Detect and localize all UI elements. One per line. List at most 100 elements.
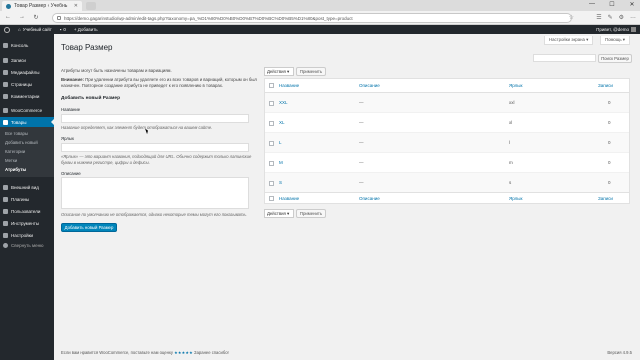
home-icon: ⌂ xyxy=(18,27,21,32)
row-checkbox[interactable] xyxy=(269,121,274,126)
column-header-description[interactable]: Описание xyxy=(359,83,380,88)
sidebar-item-dashboard[interactable]: Консоль xyxy=(0,40,54,50)
sidebar-item-media[interactable]: Медиафайлы xyxy=(0,67,54,77)
bulk-actions-select-bottom[interactable]: Действия ▾ xyxy=(264,209,294,218)
row-checkbox[interactable] xyxy=(269,101,274,106)
sidebar-item-label: Медиафайлы xyxy=(11,69,40,75)
rating-stars-link[interactable]: ★★★★★ xyxy=(174,350,193,355)
wp-logo-menu[interactable] xyxy=(0,26,14,33)
submenu-attributes[interactable]: Атрибуты xyxy=(5,167,26,172)
search-button[interactable]: Поиск Размер xyxy=(598,54,632,63)
sidebar-item-label: WooCommerce xyxy=(11,107,43,113)
sidebar-item-label: Настройки xyxy=(11,232,34,238)
sidebar-item-tools[interactable]: Инструменты xyxy=(0,218,54,228)
footer-header-slug[interactable]: Ярлык xyxy=(509,196,522,201)
lock-icon xyxy=(57,16,61,20)
add-new-size-button[interactable]: Добавить новый Размер xyxy=(61,223,117,232)
footer-header-count[interactable]: Записи xyxy=(598,196,613,201)
terms-table: Название Описание Ярлык Записи XXL — xxl… xyxy=(264,78,630,204)
address-bar[interactable]: https://demo.gagarinstudio/wp-admin/edit… xyxy=(52,13,572,23)
select-all-checkbox-bottom[interactable] xyxy=(269,196,274,201)
sidebar-item-label: Комментарии xyxy=(11,93,40,99)
help-tab[interactable]: Помощь ▾ xyxy=(600,36,630,45)
submenu-all-products[interactable]: Все товары xyxy=(5,131,28,136)
term-name-link[interactable]: XL xyxy=(279,120,285,125)
description-field[interactable] xyxy=(61,177,249,209)
row-checkbox[interactable] xyxy=(269,181,274,186)
products-submenu: Все товары Добавить новый Категории Метк… xyxy=(0,127,54,177)
sidebar-item-label: Пользователи xyxy=(11,208,41,214)
table-row: M — m 0 xyxy=(265,153,629,173)
term-slug: s xyxy=(509,180,512,185)
footer-header-name[interactable]: Название xyxy=(279,196,299,201)
column-header-name[interactable]: Название xyxy=(279,83,299,88)
close-window-icon[interactable]: ✕ xyxy=(628,1,636,8)
plugin-icon xyxy=(3,196,8,202)
reload-icon[interactable]: ↻ xyxy=(32,14,40,21)
screen-options-tab[interactable]: Настройки экрана ▾ xyxy=(544,36,594,45)
page-title: Товар Размер xyxy=(61,43,113,52)
footer-header-description[interactable]: Описание xyxy=(359,196,380,201)
favorite-star-icon[interactable]: ☆ xyxy=(569,14,574,21)
term-count[interactable]: 0 xyxy=(608,140,611,145)
site-name: Учебный сайт xyxy=(22,27,52,32)
minimize-icon[interactable]: — xyxy=(588,1,596,8)
sidebar-item-appearance[interactable]: Внешний вид xyxy=(0,182,54,192)
close-tab-icon[interactable]: ✕ xyxy=(74,3,78,9)
name-field[interactable] xyxy=(61,114,249,123)
wrench-icon xyxy=(3,220,8,226)
help-label: Помощь ▾ xyxy=(605,37,625,42)
term-name-link[interactable]: M xyxy=(279,160,283,165)
term-name-link[interactable]: XXL xyxy=(279,100,288,105)
collapse-menu-button[interactable]: Свернуть меню xyxy=(0,240,54,250)
new-tab-button[interactable] xyxy=(86,2,96,10)
table-row: XXL — xxl 0 xyxy=(265,93,629,113)
sidebar-item-pages[interactable]: Страницы xyxy=(0,79,54,89)
column-header-slug[interactable]: Ярлык xyxy=(509,83,522,88)
comments-link[interactable]: ▪ 0 xyxy=(56,27,70,32)
sidebar-item-woocommerce[interactable]: WooCommerce xyxy=(0,105,54,115)
new-content-link[interactable]: + Добавить xyxy=(70,27,102,32)
forward-icon[interactable]: → xyxy=(18,14,26,20)
comments-count: 0 xyxy=(63,27,66,32)
row-checkbox[interactable] xyxy=(269,161,274,166)
term-count[interactable]: 0 xyxy=(608,100,611,105)
notes-icon[interactable]: ✎ xyxy=(608,14,613,21)
maximize-icon[interactable]: ☐ xyxy=(608,1,616,8)
submenu-tags[interactable]: Метки xyxy=(5,158,17,163)
sidebar-item-label: Записи xyxy=(11,57,26,63)
tab-title: Товар Размер ‹ Учебнь xyxy=(14,3,68,9)
hub-icon[interactable]: ☰ xyxy=(596,14,601,21)
sidebar-item-settings[interactable]: Настройки xyxy=(0,230,54,240)
term-count[interactable]: 0 xyxy=(608,160,611,165)
sidebar-item-products[interactable]: Товары xyxy=(0,117,54,127)
browser-tab[interactable]: Товар Размер ‹ Учебнь ✕ xyxy=(2,1,82,11)
term-count[interactable]: 0 xyxy=(608,120,611,125)
search-input[interactable] xyxy=(533,54,596,62)
share-icon[interactable]: ⚙ xyxy=(619,14,624,21)
row-checkbox[interactable] xyxy=(269,141,274,146)
sidebar-item-posts[interactable]: Записи xyxy=(0,55,54,65)
column-header-count[interactable]: Записи xyxy=(598,83,613,88)
sidebar-item-plugins[interactable]: Плагины xyxy=(0,194,54,204)
submenu-add-new[interactable]: Добавить новый xyxy=(5,140,38,145)
sidebar-item-comments[interactable]: Комментарии xyxy=(0,91,54,101)
slug-field[interactable] xyxy=(61,143,249,152)
account-menu[interactable]: Привет, @demo xyxy=(596,25,636,34)
submenu-categories[interactable]: Категории xyxy=(5,149,25,154)
term-name-link[interactable]: L xyxy=(279,140,282,145)
description-label: Описание xyxy=(61,171,81,176)
apply-button-bottom[interactable]: Применить xyxy=(296,209,326,218)
term-count[interactable]: 0 xyxy=(608,180,611,185)
page-icon xyxy=(3,81,8,87)
more-icon[interactable]: … xyxy=(630,14,636,21)
back-icon[interactable]: ← xyxy=(4,14,12,20)
site-name-link[interactable]: ⌂ Учебный сайт xyxy=(14,27,56,32)
sidebar-item-users[interactable]: Пользователи xyxy=(0,206,54,216)
select-all-checkbox[interactable] xyxy=(269,83,274,88)
term-name-link[interactable]: S xyxy=(279,180,282,185)
brush-icon xyxy=(3,184,8,190)
apply-button-top[interactable]: Применить xyxy=(296,67,326,76)
sidebar-item-label: Внешний вид xyxy=(11,184,39,190)
bulk-actions-select-top[interactable]: Действия ▾ xyxy=(264,67,294,76)
